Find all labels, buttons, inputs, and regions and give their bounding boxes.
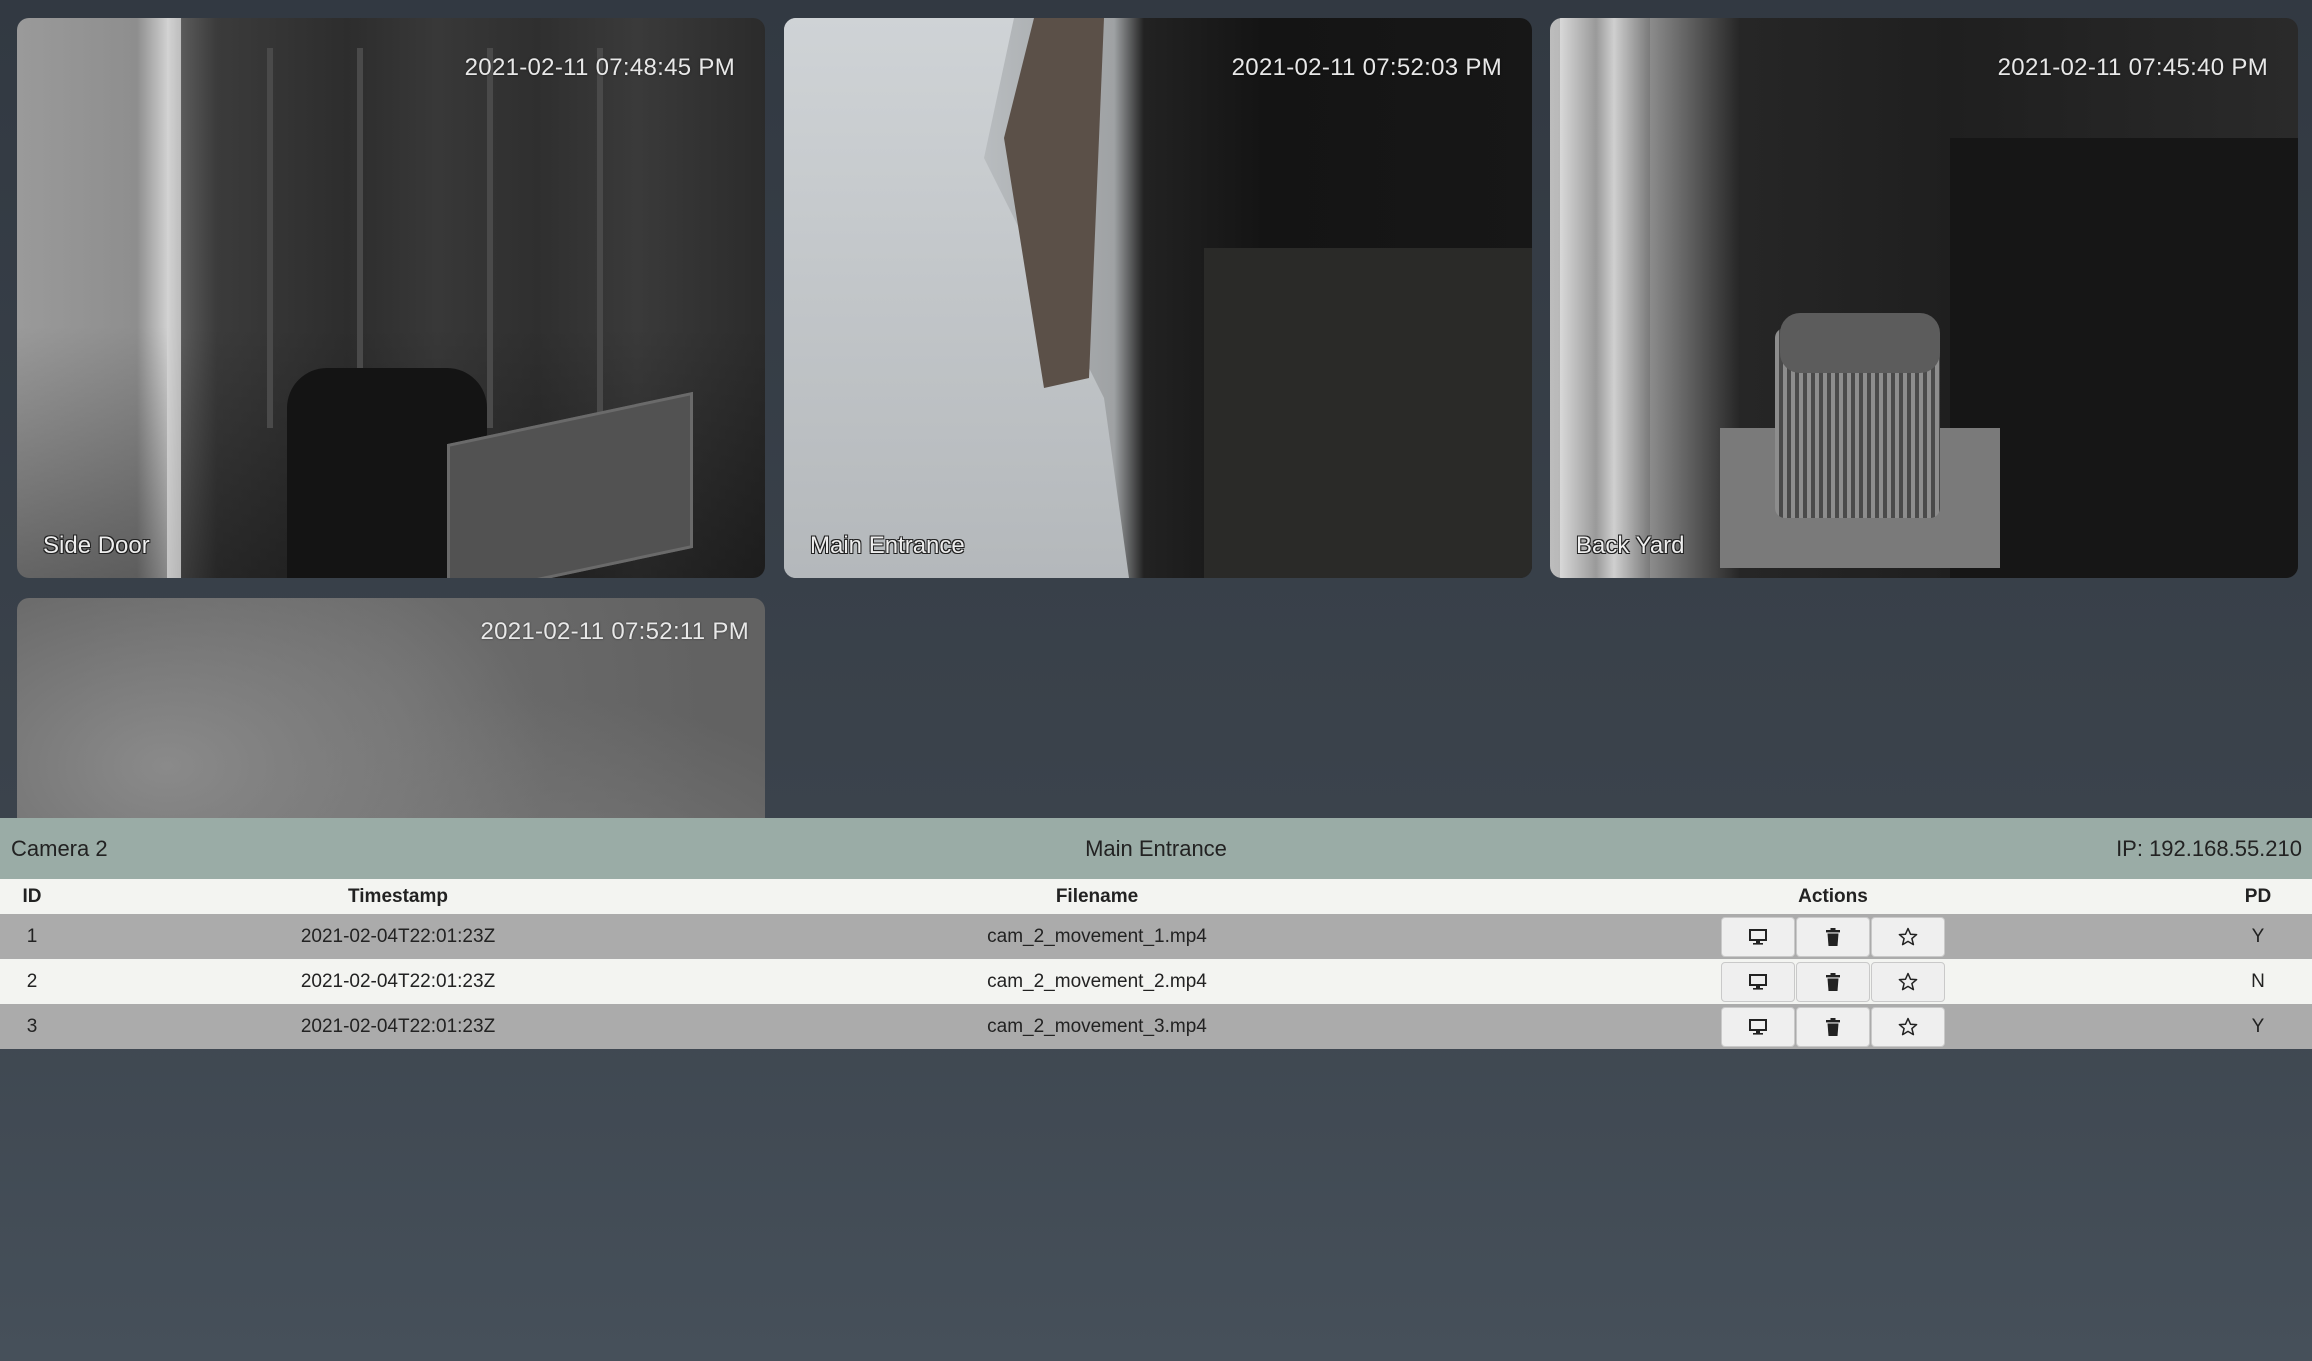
camera-timestamp: 2021-02-11 07:52:11 PM [480, 618, 749, 645]
star-icon [1898, 1017, 1918, 1035]
delete-recording-button[interactable] [1796, 961, 1870, 1002]
cell-filename: cam_2_movement_3.mp4 [987, 1015, 1207, 1037]
camera-location: Main Entrance [1085, 836, 1227, 861]
camera-detail-header: Camera 2 Main Entrance IP: 192.168.55.21… [0, 818, 2312, 879]
column-header-filename[interactable]: Filename [732, 879, 1462, 914]
delete-recording-button[interactable] [1796, 916, 1870, 957]
camera-detail-panel: Camera 2 Main Entrance IP: 192.168.55.21… [0, 818, 2312, 1049]
cell-pd: Y [2251, 1015, 2265, 1037]
cell-actions [1462, 1004, 2204, 1049]
camera-image-detail [1204, 248, 1532, 578]
camera-image-detail [1560, 18, 1650, 578]
cell-timestamp: 2021-02-04T22:01:23Z [300, 970, 496, 992]
star-icon [1898, 927, 1918, 945]
cell-actions [1462, 914, 2204, 959]
camera-label: Back Yard [1576, 532, 1685, 559]
cell-filename: cam_2_movement_1.mp4 [987, 925, 1207, 947]
favorite-recording-button[interactable] [1871, 1006, 1945, 1047]
cell-pd: Y [2251, 925, 2265, 947]
camera-label: Side Door [43, 532, 150, 559]
trash-icon [1826, 927, 1840, 946]
camera-image-detail [1780, 313, 1940, 373]
camera-timestamp: 2021-02-11 07:48:45 PM [464, 54, 735, 81]
table-row[interactable]: 3 2021-02-04T22:01:23Z cam_2_movement_3.… [0, 1004, 2312, 1049]
monitor-icon [1749, 973, 1767, 990]
camera-image-detail [597, 48, 603, 428]
cell-id: 2 [26, 970, 38, 992]
play-recording-button[interactable] [1721, 961, 1795, 1002]
cell-timestamp: 2021-02-04T22:01:23Z [300, 1015, 496, 1037]
trash-icon [1826, 1017, 1840, 1036]
trash-icon [1826, 972, 1840, 991]
delete-recording-button[interactable] [1796, 1006, 1870, 1047]
camera-feed-main-entrance[interactable]: 2021-02-11 07:52:03 PM Main Entrance [784, 18, 1532, 578]
cell-pd: N [2251, 970, 2265, 992]
favorite-recording-button[interactable] [1871, 961, 1945, 1002]
table-header-row: ID Timestamp Filename Actions PD [0, 879, 2312, 914]
favorite-recording-button[interactable] [1871, 916, 1945, 957]
cell-id: 3 [26, 1015, 38, 1037]
cell-actions [1462, 959, 2204, 1004]
camera-image-detail [1950, 138, 2298, 578]
column-header-pd[interactable]: PD [2204, 879, 2312, 914]
camera-image-detail [487, 48, 493, 428]
camera-feed-back-yard[interactable]: 2021-02-11 07:45:40 PM Back Yard [1550, 18, 2298, 578]
camera-image-detail [167, 18, 181, 578]
monitor-icon [1749, 928, 1767, 945]
table-row[interactable]: 2 2021-02-04T22:01:23Z cam_2_movement_2.… [0, 959, 2312, 1004]
camera-feed-side-door[interactable]: 2021-02-11 07:48:45 PM Side Door [17, 18, 765, 578]
cell-id: 1 [26, 925, 38, 947]
recordings-table: ID Timestamp Filename Actions PD 1 2021-… [0, 879, 2312, 1049]
play-recording-button[interactable] [1721, 916, 1795, 957]
star-icon [1898, 972, 1918, 990]
cell-timestamp: 2021-02-04T22:01:23Z [300, 925, 496, 947]
camera-ip: IP: 192.168.55.210 [2116, 836, 2302, 861]
cell-filename: cam_2_movement_2.mp4 [987, 970, 1207, 992]
camera-feed-4[interactable]: 2021-02-11 07:52:11 PM [17, 598, 765, 818]
monitor-icon [1749, 1018, 1767, 1035]
camera-timestamp: 2021-02-11 07:52:03 PM [1231, 54, 1502, 81]
camera-image-detail [267, 48, 273, 428]
column-header-id[interactable]: ID [0, 879, 64, 914]
table-row[interactable]: 1 2021-02-04T22:01:23Z cam_2_movement_1.… [0, 914, 2312, 959]
camera-grid: 2021-02-11 07:48:45 PM Side Door 2021-02… [0, 0, 2312, 818]
column-header-actions: Actions [1798, 885, 1868, 907]
play-recording-button[interactable] [1721, 1006, 1795, 1047]
camera-timestamp: 2021-02-11 07:45:40 PM [1997, 54, 2268, 81]
camera-label: Main Entrance [810, 532, 965, 559]
column-header-timestamp[interactable]: Timestamp [64, 879, 732, 914]
